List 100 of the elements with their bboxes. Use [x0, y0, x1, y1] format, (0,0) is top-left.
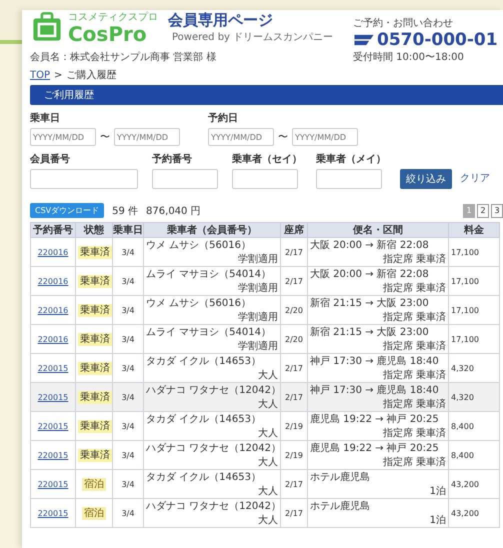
table-cell: 8,400 — [448, 440, 500, 470]
search-button[interactable]: 絞り込み — [400, 169, 452, 189]
status-tag: 乗車済 — [78, 304, 112, 317]
member-name: 会員名：株式会社サンプル商事 営業部 様 — [30, 50, 218, 64]
range-separator: 〜 — [100, 131, 110, 144]
route-note: 指定席 乗車済 — [382, 340, 446, 353]
date-field[interactable]: YYYY/MM/DD — [208, 128, 274, 146]
status-tag: 乗車済 — [78, 449, 112, 462]
page-button[interactable]: 3 — [491, 204, 503, 218]
route-text: 鹿児島 19:22 → 神戸 20:25 — [310, 442, 440, 455]
fare-type: 学割適用 — [238, 340, 278, 353]
filter-label: 予約番号 — [152, 152, 193, 166]
table-cell: 3/4 — [112, 440, 144, 470]
column-header: 状態 — [76, 222, 112, 238]
table-cell: 3/4 — [112, 412, 144, 440]
status-tag: 乗車済 — [78, 420, 112, 433]
table-cell: 2/20 — [280, 324, 308, 354]
filter-label: 乗車者（メイ） — [316, 152, 386, 166]
route-text: 神戸 17:30 → 鹿児島 18:40 — [310, 384, 440, 397]
route-text: 新宿 21:15 → 大阪 23:00 — [310, 326, 430, 339]
route-text: 神戸 17:30 → 鹿児島 18:40 — [310, 354, 440, 368]
table-cell: 17,100 — [448, 266, 500, 296]
table-cell: 3/4 — [112, 238, 144, 266]
table-cell: 2/17 — [280, 498, 308, 528]
status-tag: 宿泊 — [82, 507, 106, 520]
filter-label: 予約日 — [208, 112, 239, 125]
table-cell: 17,100 — [448, 296, 500, 324]
contact-label: ご予約・お問い合わせ — [353, 17, 454, 30]
passenger-name: ウメ ムサシ（56016） — [146, 239, 252, 252]
table-cell: 3/4 — [112, 324, 144, 354]
route-note: 指定席 乗車済 — [382, 456, 446, 469]
logo-tagline: コスメティクスプロ — [68, 10, 158, 24]
passenger-name: ハダナコ ワタナセ（12042） — [146, 442, 278, 455]
download-button[interactable]: CSVダウンロード — [30, 203, 104, 218]
input-field[interactable] — [316, 169, 382, 189]
route-note: 指定席 乗車済 — [382, 310, 446, 324]
route-note: 1泊 — [430, 514, 446, 527]
range-separator: 〜 — [278, 131, 288, 144]
date-field[interactable]: YYYY/MM/DD — [292, 128, 358, 146]
table-cell: 2/20 — [280, 296, 308, 324]
status-tag: 乗車済 — [78, 391, 112, 404]
passenger-name: タカダ イクル（14653） — [146, 355, 262, 368]
route-text: ホテル鹿児島 — [310, 470, 371, 484]
breadcrumb-separator: > — [54, 70, 62, 80]
fare-type: 大人 — [258, 484, 278, 498]
table-cell: 3/4 — [112, 498, 144, 528]
fare-type: 学割適用 — [238, 282, 278, 295]
route-note: 1泊 — [430, 485, 446, 498]
table-cell: 8,400 — [448, 412, 500, 440]
input-field[interactable] — [30, 169, 138, 189]
status-tag: 乗車済 — [78, 275, 112, 288]
table-cell: 3/4 — [112, 296, 144, 324]
column-header: 座席 — [280, 222, 308, 238]
table-cell: 43,200 — [448, 470, 500, 498]
table-cell: 2/17 — [280, 266, 308, 296]
fare-type: 学割適用 — [238, 310, 278, 324]
input-field[interactable] — [232, 169, 298, 189]
table-cell: 2/17 — [280, 382, 308, 412]
table-cell: 2/19 — [280, 440, 308, 470]
status-tag: 乗車済 — [78, 333, 112, 346]
status-tag: 乗車済 — [78, 246, 112, 259]
powered-by-text: Powered by ドリームスカンパニー — [172, 30, 334, 44]
table-cell: 3/4 — [112, 382, 144, 412]
passenger-name: タカダ イクル（14653） — [146, 471, 262, 484]
result-count: 59 件 — [112, 204, 138, 218]
fare-type: 学割適用 — [238, 252, 278, 266]
page-button[interactable]: 2 — [477, 204, 489, 218]
route-note: 指定席 乗車済 — [382, 282, 446, 295]
filter-label: 乗車者（セイ） — [232, 152, 302, 166]
column-header: 料金 — [448, 222, 500, 238]
table-cell: 3/4 — [112, 266, 144, 296]
column-header: 便名・区間 — [308, 222, 448, 238]
route-text: 大阪 20:00 → 新宿 22:08 — [310, 268, 430, 281]
column-header: 乗車日 — [112, 222, 144, 238]
passenger-name: ハダナコ ワタナセ（12042） — [146, 500, 278, 513]
column-header: 乗車者（会員番号） — [144, 222, 280, 238]
table-cell: 2/17 — [280, 470, 308, 498]
page-title: 会員専用ページ — [168, 10, 274, 30]
passenger-name: ハダナコ ワタナセ（12042） — [146, 384, 278, 397]
breadcrumb-current: ご購入履歴 — [66, 68, 116, 82]
date-field[interactable]: YYYY/MM/DD — [30, 128, 96, 146]
fare-type: 大人 — [258, 368, 278, 382]
contact-note: 受付時間 10:00〜18:00 — [353, 50, 465, 64]
date-field[interactable]: YYYY/MM/DD — [114, 128, 180, 146]
breadcrumb-link[interactable]: TOP — [30, 70, 50, 80]
fare-type: 大人 — [258, 398, 278, 411]
passenger-name: タカダ イクル（14653） — [146, 413, 262, 426]
clear-link[interactable]: クリア — [460, 171, 490, 185]
table-cell: 2/17 — [280, 238, 308, 266]
fare-type: 大人 — [258, 514, 278, 527]
table-cell: 43,200 — [448, 498, 500, 528]
route-text: 大阪 20:00 → 新宿 22:08 — [310, 238, 430, 252]
route-text: 鹿児島 19:22 → 神戸 20:25 — [310, 412, 440, 426]
fare-type: 大人 — [258, 456, 278, 469]
route-note: 指定席 乗車済 — [382, 368, 446, 382]
input-field[interactable] — [152, 169, 218, 189]
route-note: 指定席 乗車済 — [382, 398, 446, 411]
route-text: 新宿 21:15 → 大阪 23:00 — [310, 296, 430, 310]
filter-label: 会員番号 — [30, 152, 71, 166]
table-cell: 17,100 — [448, 324, 500, 354]
